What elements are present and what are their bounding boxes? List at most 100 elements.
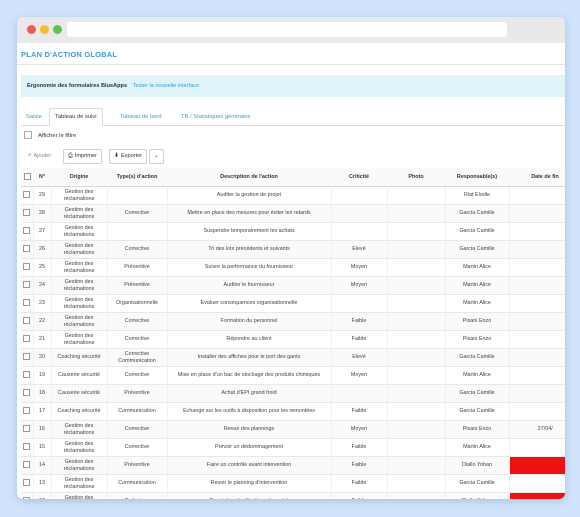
row-select-cell[interactable] — [21, 204, 33, 223]
row-checkbox[interactable] — [23, 280, 31, 288]
row-date-fin — [508, 330, 565, 349]
row-select-cell[interactable] — [21, 294, 33, 313]
action-table: N° Origine Type(s) d'action Description … — [21, 168, 565, 499]
table-row[interactable]: 14 Gestion des réclamations Préventive Fair… — [21, 456, 565, 475]
tab-saisie[interactable]: Saisie — [21, 109, 47, 125]
table-row[interactable]: 19 Causerie sécurité Corrective Mise en pla… — [21, 366, 565, 385]
row-responsable: Martin Alice — [444, 276, 509, 295]
row-criticite: Moyen — [330, 366, 387, 385]
table-row[interactable]: 29 Gestion des réclamations Auditer la ges… — [21, 186, 565, 205]
row-criticite — [330, 186, 387, 205]
row-description: Prévoir un dédommagement — [166, 438, 331, 457]
row-select-cell[interactable] — [21, 366, 33, 385]
row-checkbox[interactable] — [23, 442, 31, 450]
row-responsable: Garcia Camille — [444, 240, 509, 259]
filter-toggle[interactable]: Afficher le filtre — [24, 131, 76, 141]
column-header-responsable[interactable]: Responsable(s) — [445, 168, 509, 187]
print-button[interactable]: ⎙ Imprimer — [63, 149, 102, 164]
table-row[interactable]: 22 Gestion des réclamations Corrective Form… — [21, 312, 565, 331]
column-header-origine[interactable]: Origine — [51, 168, 107, 187]
minimize-window-icon[interactable] — [40, 25, 49, 34]
select-all-checkbox[interactable] — [23, 172, 31, 180]
table-row[interactable]: 25 Gestion des réclamations Préventive Suiv… — [21, 258, 565, 277]
address-bar[interactable] — [67, 22, 507, 37]
row-date-fin — [508, 402, 565, 421]
export-button[interactable]: ⬇ Exporter — [109, 149, 148, 164]
row-select-cell[interactable] — [21, 312, 33, 331]
row-origine: Gestion des réclamations — [50, 474, 107, 493]
row-checkbox[interactable] — [23, 352, 31, 360]
row-responsable: Diallo Yohan — [444, 492, 509, 499]
table-row[interactable]: 26 Gestion des réclamations Corrective Tri … — [21, 240, 565, 259]
row-type: Préventive — [106, 456, 167, 475]
row-checkbox[interactable] — [23, 226, 31, 234]
row-checkbox[interactable] — [23, 406, 31, 414]
tab-statistiques[interactable]: TB / Statistiques générales — [176, 109, 255, 125]
row-select-cell[interactable] — [21, 240, 33, 259]
column-header-num[interactable]: N° — [33, 168, 51, 187]
column-header-criticite[interactable]: Criticité — [331, 168, 387, 187]
download-icon: ⬇ — [114, 153, 120, 159]
table-row[interactable]: 24 Gestion des réclamations Préventive Audi… — [21, 276, 565, 295]
column-header-photo[interactable]: Photo — [387, 168, 445, 187]
close-window-icon[interactable] — [27, 25, 36, 34]
row-photo — [386, 222, 445, 241]
row-checkbox[interactable] — [23, 388, 31, 396]
row-type — [106, 186, 167, 205]
row-select-cell[interactable] — [21, 348, 33, 367]
column-header-date-fin[interactable]: Date de fin — [509, 168, 565, 187]
table-row[interactable]: 15 Gestion des réclamations Corrective Prév… — [21, 438, 565, 457]
table-row[interactable]: 18 Causerie sécurité Préventive Achat d'EPI… — [21, 384, 565, 403]
row-select-cell[interactable] — [21, 186, 33, 205]
table-row[interactable]: 12Gestion des réclamationsTechniqueRevoi… — [21, 492, 565, 499]
row-select-cell[interactable] — [21, 492, 33, 499]
row-select-cell[interactable] — [21, 330, 33, 349]
row-checkbox[interactable] — [23, 460, 31, 468]
row-checkbox[interactable] — [23, 244, 31, 252]
filter-checkbox[interactable] — [24, 131, 32, 140]
row-checkbox[interactable] — [23, 316, 31, 324]
table-row[interactable]: 28 Gestion des réclamations Corrective Mett… — [21, 204, 565, 223]
row-checkbox[interactable] — [23, 496, 31, 499]
row-checkbox[interactable] — [23, 334, 31, 342]
row-photo — [386, 312, 445, 331]
row-select-cell[interactable] — [21, 456, 33, 475]
add-button[interactable]: + Ajouter — [23, 149, 57, 164]
row-select-cell[interactable] — [21, 438, 33, 457]
row-description: Revoir les planifications de projet — [166, 492, 331, 499]
tab-tableau-de-bord[interactable]: Tableau de bord — [115, 109, 167, 125]
row-checkbox[interactable] — [23, 370, 31, 378]
export-dropdown-button[interactable]: ⌄ — [149, 149, 164, 164]
row-origine: Gestion des réclamations — [50, 186, 107, 205]
row-checkbox[interactable] — [23, 208, 31, 216]
row-select-cell[interactable] — [21, 474, 33, 493]
maximize-window-icon[interactable] — [53, 25, 62, 34]
action-table-container: N° Origine Type(s) d'action Description … — [21, 168, 565, 499]
table-row[interactable]: 16 Gestion des réclamations Corrective Revu… — [21, 420, 565, 439]
new-interface-link[interactable]: Tester la nouvelle interface — [133, 83, 200, 89]
row-checkbox[interactable] — [23, 298, 31, 306]
table-row[interactable]: 17 Coaching sécurité Communication Echange … — [21, 402, 565, 421]
row-select-cell[interactable] — [21, 222, 33, 241]
row-checkbox[interactable] — [23, 262, 31, 270]
row-checkbox[interactable] — [23, 424, 31, 432]
row-select-cell[interactable] — [21, 276, 33, 295]
row-checkbox[interactable] — [23, 190, 31, 198]
table-row[interactable]: 23 Gestion des réclamations Organisationne… — [21, 294, 565, 313]
row-select-cell[interactable] — [21, 402, 33, 421]
select-all-cell[interactable] — [21, 168, 33, 187]
column-header-type[interactable]: Type(s) d'action — [107, 168, 167, 187]
row-description: Installer des affiches pour le port des … — [166, 348, 331, 367]
table-row[interactable]: 13 Gestion des réclamations Communication R… — [21, 474, 565, 493]
row-select-cell[interactable] — [21, 420, 33, 439]
row-select-cell[interactable] — [21, 258, 33, 277]
table-row[interactable]: 21 Gestion des réclamations Corrective Répo… — [21, 330, 565, 349]
row-checkbox[interactable] — [23, 478, 31, 486]
tab-tableau-de-suivi[interactable]: Tableau de suivi — [49, 108, 103, 126]
column-header-description[interactable]: Description de l'action — [167, 168, 331, 187]
row-description: Répondre au client — [166, 330, 331, 349]
table-header-row: N° Origine Type(s) d'action Description … — [21, 168, 565, 187]
row-select-cell[interactable] — [21, 384, 33, 403]
table-row[interactable]: 27 Gestion des réclamations Suspendre temp… — [21, 222, 565, 241]
table-row[interactable]: 20 Coaching sécurité Corrective Communicat… — [21, 348, 565, 367]
